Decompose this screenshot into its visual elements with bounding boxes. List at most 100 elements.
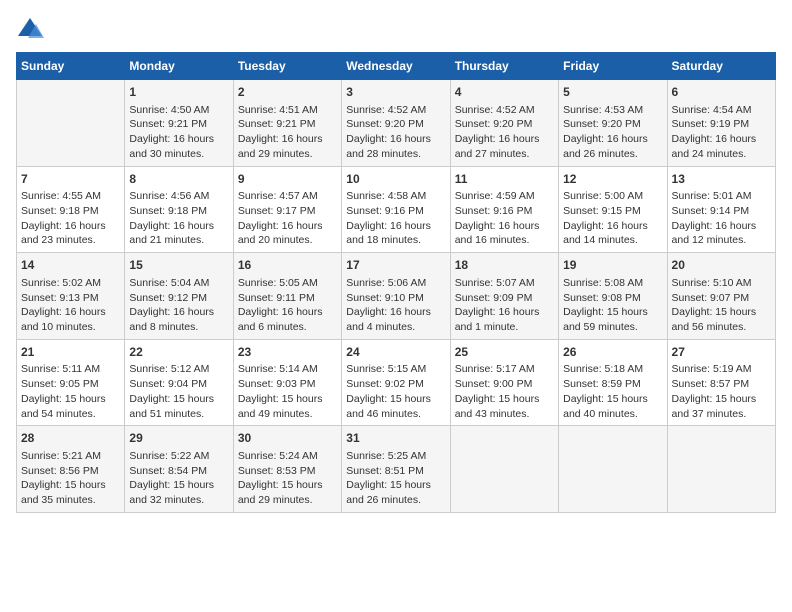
calendar-cell: 7Sunrise: 4:55 AMSunset: 9:18 PMDaylight… xyxy=(17,166,125,253)
calendar-cell: 6Sunrise: 4:54 AMSunset: 9:19 PMDaylight… xyxy=(667,80,775,167)
calendar-cell: 17Sunrise: 5:06 AMSunset: 9:10 PMDayligh… xyxy=(342,253,450,340)
day-number: 22 xyxy=(129,344,228,361)
cell-content: Sunrise: 5:10 AMSunset: 9:07 PMDaylight:… xyxy=(672,276,771,335)
cell-content: Sunrise: 5:15 AMSunset: 9:02 PMDaylight:… xyxy=(346,362,445,421)
day-number: 7 xyxy=(21,171,120,188)
cell-content: Sunrise: 4:57 AMSunset: 9:17 PMDaylight:… xyxy=(238,189,337,248)
cell-content: Sunrise: 5:18 AMSunset: 8:59 PMDaylight:… xyxy=(563,362,662,421)
header-day: Friday xyxy=(559,53,667,80)
cell-content: Sunrise: 5:24 AMSunset: 8:53 PMDaylight:… xyxy=(238,449,337,508)
cell-content: Sunrise: 5:00 AMSunset: 9:15 PMDaylight:… xyxy=(563,189,662,248)
day-number: 19 xyxy=(563,257,662,274)
calendar-cell: 11Sunrise: 4:59 AMSunset: 9:16 PMDayligh… xyxy=(450,166,558,253)
day-number: 9 xyxy=(238,171,337,188)
calendar-cell: 9Sunrise: 4:57 AMSunset: 9:17 PMDaylight… xyxy=(233,166,341,253)
calendar-cell xyxy=(559,426,667,513)
cell-content: Sunrise: 5:07 AMSunset: 9:09 PMDaylight:… xyxy=(455,276,554,335)
calendar-cell: 13Sunrise: 5:01 AMSunset: 9:14 PMDayligh… xyxy=(667,166,775,253)
calendar-header: SundayMondayTuesdayWednesdayThursdayFrid… xyxy=(17,53,776,80)
calendar-cell: 12Sunrise: 5:00 AMSunset: 9:15 PMDayligh… xyxy=(559,166,667,253)
calendar-cell: 21Sunrise: 5:11 AMSunset: 9:05 PMDayligh… xyxy=(17,339,125,426)
day-number: 23 xyxy=(238,344,337,361)
header-day: Saturday xyxy=(667,53,775,80)
calendar-week-row: 14Sunrise: 5:02 AMSunset: 9:13 PMDayligh… xyxy=(17,253,776,340)
day-number: 14 xyxy=(21,257,120,274)
calendar-cell: 14Sunrise: 5:02 AMSunset: 9:13 PMDayligh… xyxy=(17,253,125,340)
header xyxy=(16,16,776,44)
calendar-table: SundayMondayTuesdayWednesdayThursdayFrid… xyxy=(16,52,776,513)
calendar-cell xyxy=(667,426,775,513)
day-number: 2 xyxy=(238,84,337,101)
cell-content: Sunrise: 5:05 AMSunset: 9:11 PMDaylight:… xyxy=(238,276,337,335)
cell-content: Sunrise: 5:04 AMSunset: 9:12 PMDaylight:… xyxy=(129,276,228,335)
header-day: Thursday xyxy=(450,53,558,80)
calendar-cell: 26Sunrise: 5:18 AMSunset: 8:59 PMDayligh… xyxy=(559,339,667,426)
calendar-cell: 27Sunrise: 5:19 AMSunset: 8:57 PMDayligh… xyxy=(667,339,775,426)
day-number: 15 xyxy=(129,257,228,274)
calendar-cell: 8Sunrise: 4:56 AMSunset: 9:18 PMDaylight… xyxy=(125,166,233,253)
day-number: 30 xyxy=(238,430,337,447)
cell-content: Sunrise: 4:59 AMSunset: 9:16 PMDaylight:… xyxy=(455,189,554,248)
logo xyxy=(16,16,48,44)
calendar-cell: 20 Sunrise: 5:10 AMSunset: 9:07 PMDayligh… xyxy=(667,253,775,340)
cell-content: Sunrise: 4:52 AMSunset: 9:20 PMDaylight:… xyxy=(455,103,554,162)
day-number: 5 xyxy=(563,84,662,101)
calendar-cell: 29 Sunrise: 5:22 AMSunset: 8:54 PMDayligh… xyxy=(125,426,233,513)
day-number: 20 xyxy=(672,257,771,274)
cell-content: Sunrise: 4:50 AMSunset: 9:21 PMDaylight:… xyxy=(129,103,228,162)
header-row: SundayMondayTuesdayWednesdayThursdayFrid… xyxy=(17,53,776,80)
calendar-cell: 23Sunrise: 5:14 AMSunset: 9:03 PMDayligh… xyxy=(233,339,341,426)
logo-icon xyxy=(16,16,44,44)
calendar-cell: 4 Sunrise: 4:52 AMSunset: 9:20 PMDaylight… xyxy=(450,80,558,167)
day-number: 6 xyxy=(672,84,771,101)
day-number: 18 xyxy=(455,257,554,274)
calendar-cell: 22Sunrise: 5:12 AMSunset: 9:04 PMDayligh… xyxy=(125,339,233,426)
calendar-cell: 1Sunrise: 4:50 AMSunset: 9:21 PMDaylight… xyxy=(125,80,233,167)
day-number: 12 xyxy=(563,171,662,188)
calendar-cell: 3 Sunrise: 4:52 AMSunset: 9:20 PMDaylight… xyxy=(342,80,450,167)
cell-content: Sunrise: 5:11 AMSunset: 9:05 PMDaylight:… xyxy=(21,362,120,421)
day-number: 10 xyxy=(346,171,445,188)
cell-content: Sunrise: 5:22 AMSunset: 8:54 PMDaylight:… xyxy=(129,449,228,508)
calendar-cell: 19 Sunrise: 5:08 AMSunset: 9:08 PMDayligh… xyxy=(559,253,667,340)
day-number: 28 xyxy=(21,430,120,447)
day-number: 4 xyxy=(455,84,554,101)
day-number: 16 xyxy=(238,257,337,274)
calendar-cell: 5 Sunrise: 4:53 AMSunset: 9:20 PMDaylight… xyxy=(559,80,667,167)
header-day: Wednesday xyxy=(342,53,450,80)
cell-content: Sunrise: 5:14 AMSunset: 9:03 PMDaylight:… xyxy=(238,362,337,421)
calendar-cell: 16 Sunrise: 5:05 AMSunset: 9:11 PMDayligh… xyxy=(233,253,341,340)
calendar-week-row: 7Sunrise: 4:55 AMSunset: 9:18 PMDaylight… xyxy=(17,166,776,253)
calendar-week-row: 21Sunrise: 5:11 AMSunset: 9:05 PMDayligh… xyxy=(17,339,776,426)
cell-content: Sunrise: 5:12 AMSunset: 9:04 PMDaylight:… xyxy=(129,362,228,421)
cell-content: Sunrise: 5:08 AMSunset: 9:08 PMDaylight:… xyxy=(563,276,662,335)
cell-content: Sunrise: 4:52 AMSunset: 9:20 PMDaylight:… xyxy=(346,103,445,162)
day-number: 25 xyxy=(455,344,554,361)
day-number: 3 xyxy=(346,84,445,101)
calendar-cell xyxy=(17,80,125,167)
calendar-week-row: 1Sunrise: 4:50 AMSunset: 9:21 PMDaylight… xyxy=(17,80,776,167)
calendar-cell: 24Sunrise: 5:15 AMSunset: 9:02 PMDayligh… xyxy=(342,339,450,426)
cell-content: Sunrise: 5:19 AMSunset: 8:57 PMDaylight:… xyxy=(672,362,771,421)
calendar-cell: 15 Sunrise: 5:04 AMSunset: 9:12 PMDayligh… xyxy=(125,253,233,340)
header-day: Tuesday xyxy=(233,53,341,80)
cell-content: Sunrise: 4:55 AMSunset: 9:18 PMDaylight:… xyxy=(21,189,120,248)
calendar-cell: 28 Sunrise: 5:21 AMSunset: 8:56 PMDayligh… xyxy=(17,426,125,513)
calendar-cell: 25Sunrise: 5:17 AMSunset: 9:00 PMDayligh… xyxy=(450,339,558,426)
cell-content: Sunrise: 4:53 AMSunset: 9:20 PMDaylight:… xyxy=(563,103,662,162)
day-number: 27 xyxy=(672,344,771,361)
day-number: 21 xyxy=(21,344,120,361)
calendar-cell: 2Sunrise: 4:51 AMSunset: 9:21 PMDaylight… xyxy=(233,80,341,167)
header-day: Monday xyxy=(125,53,233,80)
cell-content: Sunrise: 5:06 AMSunset: 9:10 PMDaylight:… xyxy=(346,276,445,335)
calendar-cell xyxy=(450,426,558,513)
day-number: 13 xyxy=(672,171,771,188)
cell-content: Sunrise: 5:17 AMSunset: 9:00 PMDaylight:… xyxy=(455,362,554,421)
header-day: Sunday xyxy=(17,53,125,80)
day-number: 29 xyxy=(129,430,228,447)
calendar-cell: 31Sunrise: 5:25 AMSunset: 8:51 PMDayligh… xyxy=(342,426,450,513)
cell-content: Sunrise: 5:21 AMSunset: 8:56 PMDaylight:… xyxy=(21,449,120,508)
day-number: 26 xyxy=(563,344,662,361)
cell-content: Sunrise: 5:25 AMSunset: 8:51 PMDaylight:… xyxy=(346,449,445,508)
calendar-cell: 30 Sunrise: 5:24 AMSunset: 8:53 PMDayligh… xyxy=(233,426,341,513)
